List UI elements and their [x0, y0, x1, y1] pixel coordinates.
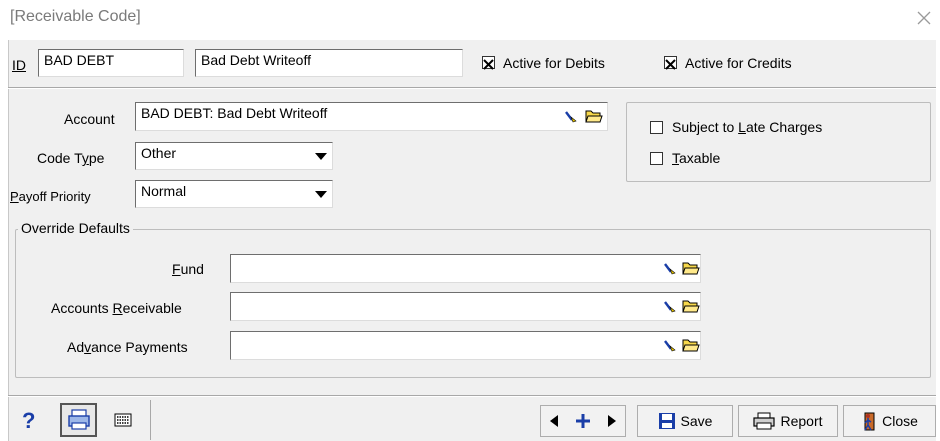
- add-record-button[interactable]: [574, 412, 592, 430]
- active-credits-label: Active for Credits: [685, 55, 792, 71]
- previous-record-button[interactable]: [547, 413, 561, 429]
- id-label: ID: [12, 57, 26, 73]
- header-divider: [8, 87, 936, 89]
- payoff-priority-select[interactable]: Normal: [135, 180, 333, 208]
- accounts-receivable-label: Accounts Receivable: [51, 300, 182, 316]
- toolbar-divider: [8, 395, 936, 397]
- close-button-label: Close: [882, 413, 918, 429]
- chevron-down-icon[interactable]: [315, 191, 327, 198]
- open-folder-icon[interactable]: [682, 298, 700, 314]
- taxable-label: Taxable: [672, 150, 721, 166]
- code-type-label: Code Type: [37, 150, 105, 166]
- close-window-icon[interactable]: [912, 4, 936, 32]
- record-navigation: [540, 405, 626, 437]
- save-button-label: Save: [680, 413, 713, 429]
- active-credits-checkbox[interactable]: [664, 56, 677, 70]
- accounts-receivable-input[interactable]: [230, 292, 701, 321]
- open-folder-icon[interactable]: [585, 108, 603, 124]
- keyboard-icon[interactable]: [114, 412, 132, 428]
- description-input[interactable]: Bad Debt Writeoff: [195, 49, 463, 77]
- lookup-icon[interactable]: [663, 298, 679, 314]
- advance-payments-input[interactable]: [230, 331, 701, 360]
- options-panel: [626, 102, 931, 182]
- open-folder-icon[interactable]: [682, 260, 700, 276]
- override-defaults-title: Override Defaults: [18, 220, 133, 236]
- id-input[interactable]: BAD DEBT: [38, 49, 184, 77]
- print-form-button[interactable]: [60, 403, 97, 437]
- exit-door-icon: [864, 412, 875, 431]
- title-bar: [Receivable Code]: [0, 0, 940, 40]
- payoff-priority-label: Payoff Priority: [10, 189, 91, 204]
- lookup-icon[interactable]: [564, 108, 580, 124]
- help-icon[interactable]: ?: [22, 408, 35, 434]
- window-title: [Receivable Code]: [10, 8, 141, 25]
- lookup-icon[interactable]: [663, 260, 679, 276]
- report-button-label: Report: [780, 413, 823, 429]
- taxable-checkbox[interactable]: [650, 152, 663, 165]
- printer-icon: [753, 412, 776, 430]
- next-record-button[interactable]: [605, 413, 619, 429]
- floppy-disk-icon: [658, 413, 675, 429]
- fund-label: Fund: [172, 261, 204, 277]
- advance-payments-label: Advance Payments: [67, 339, 188, 355]
- open-folder-icon[interactable]: [682, 337, 700, 353]
- save-button[interactable]: Save: [637, 405, 733, 437]
- late-charges-label: Subject to Late Charges: [672, 119, 823, 135]
- account-input[interactable]: BAD DEBT: Bad Debt Writeoff: [135, 102, 608, 131]
- active-debits-label: Active for Debits: [503, 55, 605, 71]
- fund-input[interactable]: [230, 254, 701, 283]
- close-button[interactable]: Close: [843, 405, 936, 437]
- lookup-icon[interactable]: [663, 337, 679, 353]
- report-button[interactable]: Report: [738, 405, 838, 437]
- account-label: Account: [64, 111, 115, 127]
- toolbar-separator: [150, 400, 151, 440]
- active-debits-checkbox[interactable]: [482, 56, 495, 70]
- code-type-select[interactable]: Other: [135, 142, 333, 170]
- printer-icon: [67, 409, 90, 430]
- late-charges-checkbox[interactable]: [650, 121, 663, 134]
- chevron-down-icon[interactable]: [315, 153, 327, 160]
